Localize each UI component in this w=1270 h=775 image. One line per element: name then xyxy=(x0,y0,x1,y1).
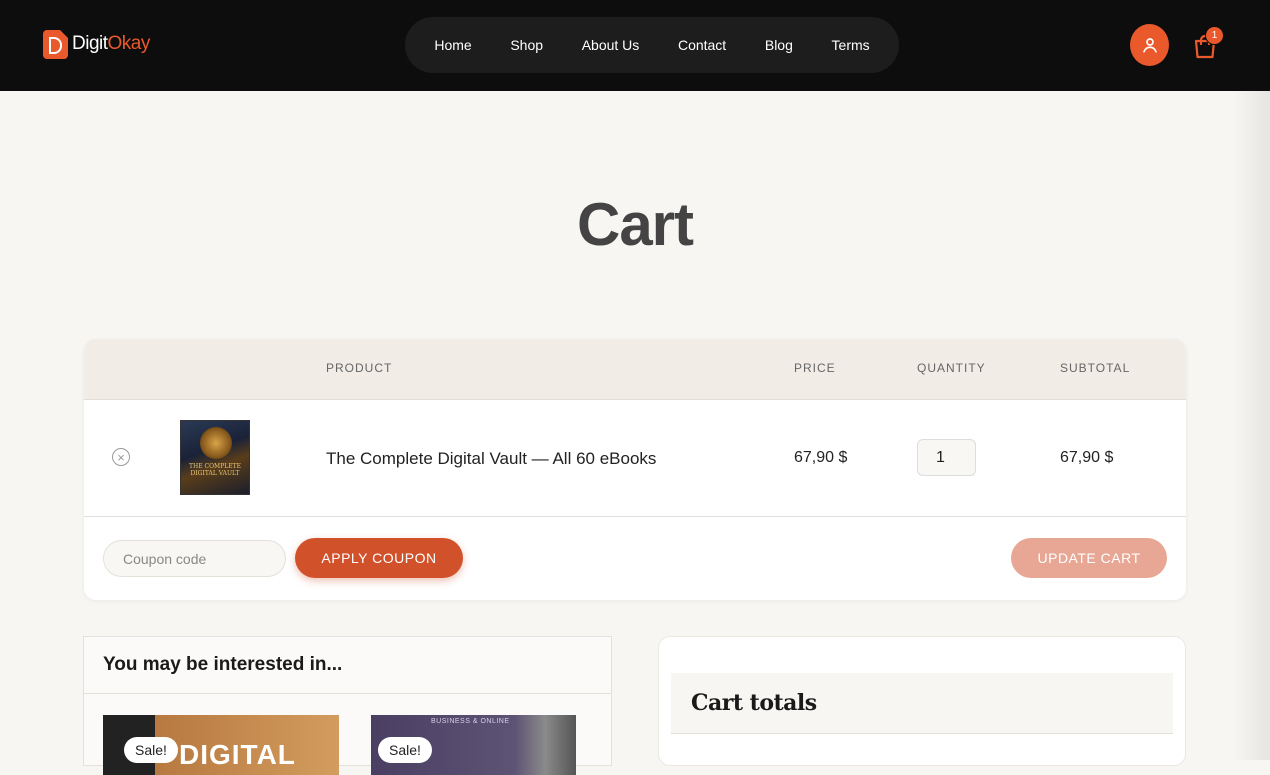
column-header-product: PRODUCT xyxy=(326,361,393,375)
nav-item-home[interactable]: Home xyxy=(424,31,481,59)
logo-text: DigitOkay xyxy=(72,33,150,55)
page-title: Cart xyxy=(576,191,694,258)
cross-sell-section: You may be interested in... DIGITAL BUSI… xyxy=(83,636,612,775)
main-nav: Home Shop About Us Contact Blog Terms xyxy=(405,17,899,73)
column-header-price: PRICE xyxy=(794,361,836,375)
site-logo[interactable]: DigitOkay xyxy=(43,29,150,59)
remove-item-icon[interactable]: × xyxy=(112,448,130,466)
cart-count-badge: 1 xyxy=(1205,26,1224,45)
sale-badge: Sale! xyxy=(124,737,178,763)
nav-item-contact[interactable]: Contact xyxy=(668,31,736,59)
vault-gear-icon xyxy=(200,427,232,459)
cross-sell-title: You may be interested in... xyxy=(103,654,343,675)
column-header-quantity: QUANTITY xyxy=(917,361,986,375)
logo-text-part2: Okay xyxy=(107,33,151,54)
nav-item-blog[interactable]: Blog xyxy=(755,31,803,59)
cart-totals-header: Cart totals xyxy=(671,673,1173,734)
user-icon xyxy=(1142,38,1157,53)
item-price: 67,90 $ xyxy=(794,449,848,466)
cart-item-row: × THE COMPLETE DIGITAL VAULT The Complet… xyxy=(84,400,1186,517)
coupon-code-input[interactable] xyxy=(103,540,286,577)
logo-text-part1: Digit xyxy=(72,33,108,54)
product-name-link[interactable]: The Complete Digital Vault — All 60 eBoo… xyxy=(326,449,656,469)
column-header-subtotal: SUBTOTAL xyxy=(1060,361,1131,375)
account-button[interactable] xyxy=(1130,24,1169,66)
thumbnail-cover-text: THE COMPLETE DIGITAL VAULT xyxy=(189,463,241,477)
nav-item-about-us[interactable]: About Us xyxy=(572,31,650,59)
item-subtotal: 67,90 $ xyxy=(1060,449,1114,466)
cart-table: PRODUCT PRICE QUANTITY SUBTOTAL × THE CO… xyxy=(84,339,1186,600)
logo-mark-icon xyxy=(43,29,68,59)
apply-coupon-button[interactable]: APPLY COUPON xyxy=(295,538,463,578)
product-cover-text: BUSINESS & ONLINE xyxy=(431,718,510,725)
sale-badge: Sale! xyxy=(378,737,432,763)
cart-table-header: PRODUCT PRICE QUANTITY SUBTOTAL xyxy=(84,339,1186,400)
cart-totals-panel: Cart totals xyxy=(658,636,1186,766)
nav-item-shop[interactable]: Shop xyxy=(500,31,553,59)
product-cover-text: DIGITAL xyxy=(179,739,296,770)
top-bar: DigitOkay Home Shop About Us Contact Blo… xyxy=(0,0,1270,91)
update-cart-button[interactable]: UPDATE CART xyxy=(1011,538,1167,578)
quantity-input[interactable] xyxy=(917,439,976,476)
product-thumbnail[interactable]: THE COMPLETE DIGITAL VAULT xyxy=(180,420,250,495)
divider xyxy=(84,693,611,694)
cart-totals-title: Cart totals xyxy=(691,690,817,716)
nav-item-terms[interactable]: Terms xyxy=(822,31,880,59)
